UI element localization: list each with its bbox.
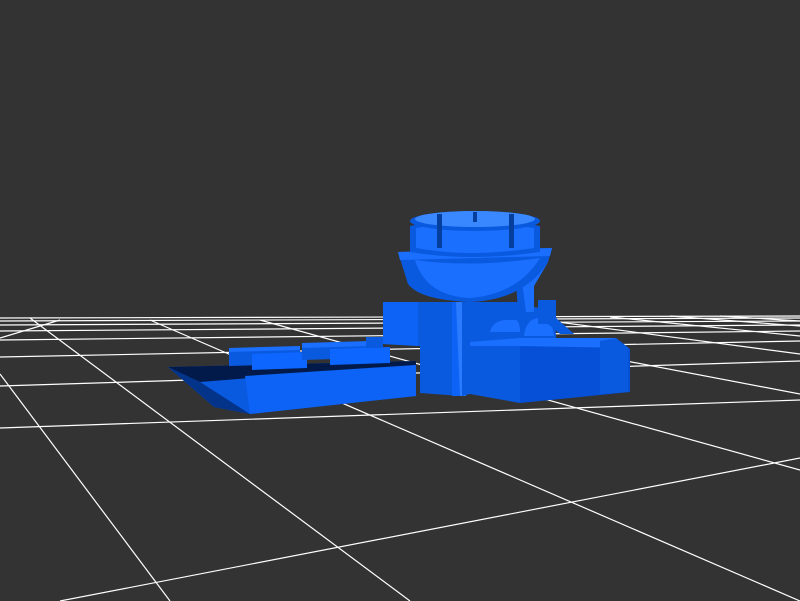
- viewport-canvas[interactable]: [0, 0, 800, 601]
- 3d-viewport[interactable]: [0, 0, 800, 601]
- viewport-background: [0, 0, 800, 601]
